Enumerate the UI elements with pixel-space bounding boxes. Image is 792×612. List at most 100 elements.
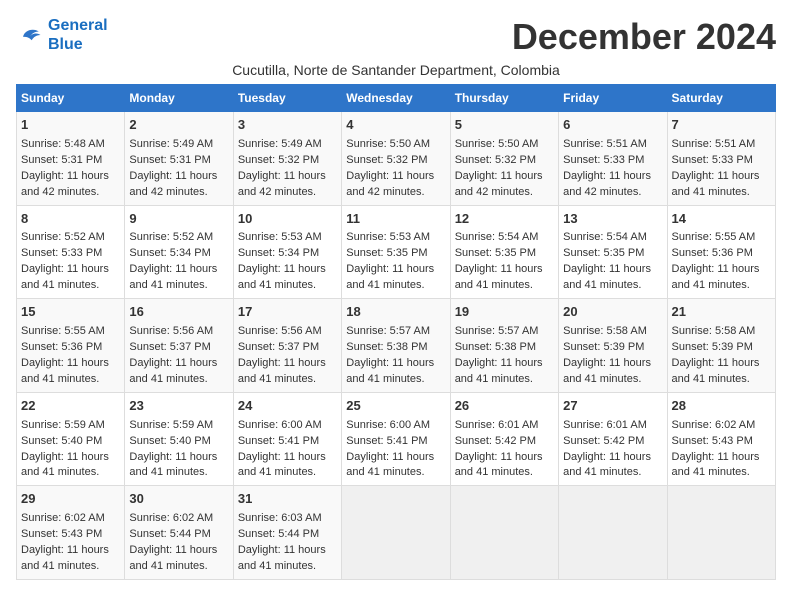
weekday-header: Thursday	[450, 85, 558, 112]
daylight-text: Daylight: 11 hours and 41 minutes.	[238, 544, 326, 572]
calendar-cell	[667, 486, 775, 580]
sunset-text: Sunset: 5:33 PM	[21, 247, 102, 259]
calendar-cell: 11Sunrise: 5:53 AMSunset: 5:35 PMDayligh…	[342, 205, 450, 299]
calendar-cell	[342, 486, 450, 580]
sunrise-text: Sunrise: 5:56 AM	[129, 325, 213, 337]
sunset-text: Sunset: 5:39 PM	[672, 341, 753, 353]
sunrise-text: Sunrise: 5:59 AM	[129, 419, 213, 431]
day-number: 28	[672, 397, 771, 416]
logo-text: General Blue	[48, 16, 108, 54]
day-number: 30	[129, 490, 228, 509]
day-number: 20	[563, 303, 662, 322]
day-number: 19	[455, 303, 554, 322]
sunset-text: Sunset: 5:31 PM	[21, 154, 102, 166]
sunrise-text: Sunrise: 5:49 AM	[129, 138, 213, 150]
sunrise-text: Sunrise: 6:03 AM	[238, 512, 322, 524]
day-number: 6	[563, 116, 662, 135]
daylight-text: Daylight: 11 hours and 41 minutes.	[672, 170, 760, 198]
sunrise-text: Sunrise: 5:58 AM	[563, 325, 647, 337]
sunset-text: Sunset: 5:42 PM	[563, 435, 644, 447]
daylight-text: Daylight: 11 hours and 41 minutes.	[455, 451, 543, 479]
day-number: 25	[346, 397, 445, 416]
weekday-header: Friday	[559, 85, 667, 112]
calendar-cell: 15 Sunrise: 5:55 AM Sunset: 5:36 PM Dayligh…	[17, 299, 125, 393]
sunrise-text: Sunrise: 6:01 AM	[563, 419, 647, 431]
calendar-cell: 12Sunrise: 5:54 AMSunset: 5:35 PMDayligh…	[450, 205, 558, 299]
daylight-text: Daylight: 11 hours and 41 minutes.	[672, 263, 760, 291]
sunrise-text: Sunrise: 6:01 AM	[455, 419, 539, 431]
calendar-cell: 30Sunrise: 6:02 AMSunset: 5:44 PMDayligh…	[125, 486, 233, 580]
daylight-text: Daylight: 11 hours and 41 minutes.	[346, 263, 434, 291]
calendar-cell: 21Sunrise: 5:58 AMSunset: 5:39 PMDayligh…	[667, 299, 775, 393]
day-number: 8	[21, 210, 120, 229]
day-number: 23	[129, 397, 228, 416]
day-number: 31	[238, 490, 337, 509]
daylight-text: Daylight: 11 hours and 41 minutes.	[129, 263, 217, 291]
day-number: 9	[129, 210, 228, 229]
calendar-cell: 8Sunrise: 5:52 AMSunset: 5:33 PMDaylight…	[17, 205, 125, 299]
logo-icon	[16, 21, 44, 49]
daylight-text: Daylight: 11 hours and 41 minutes.	[21, 357, 109, 385]
sunrise-text: Sunrise: 5:52 AM	[21, 231, 105, 243]
sunset-text: Sunset: 5:37 PM	[129, 341, 210, 353]
sunset-text: Sunset: 5:37 PM	[238, 341, 319, 353]
calendar-cell: 20Sunrise: 5:58 AMSunset: 5:39 PMDayligh…	[559, 299, 667, 393]
sunset-text: Sunset: 5:39 PM	[563, 341, 644, 353]
calendar-cell: 17Sunrise: 5:56 AMSunset: 5:37 PMDayligh…	[233, 299, 341, 393]
sunset-text: Sunset: 5:36 PM	[21, 341, 102, 353]
day-number: 7	[672, 116, 771, 135]
calendar-week-row: 1Sunrise: 5:48 AMSunset: 5:31 PMDaylight…	[17, 112, 776, 206]
sunrise-text: Sunrise: 5:54 AM	[563, 231, 647, 243]
sunrise-text: Sunrise: 5:50 AM	[346, 138, 430, 150]
daylight-text: Daylight: 11 hours and 41 minutes.	[129, 357, 217, 385]
sunset-text: Sunset: 5:38 PM	[455, 341, 536, 353]
daylight-text: Daylight: 11 hours and 42 minutes.	[21, 170, 109, 198]
day-number: 21	[672, 303, 771, 322]
sunset-text: Sunset: 5:33 PM	[563, 154, 644, 166]
day-number: 29	[21, 490, 120, 509]
sunset-text: Sunset: 5:35 PM	[563, 247, 644, 259]
calendar-cell: 16Sunrise: 5:56 AMSunset: 5:37 PMDayligh…	[125, 299, 233, 393]
daylight-text: Daylight: 11 hours and 42 minutes.	[238, 170, 326, 198]
calendar-cell: 10Sunrise: 5:53 AMSunset: 5:34 PMDayligh…	[233, 205, 341, 299]
daylight-text: Daylight: 11 hours and 41 minutes.	[563, 451, 651, 479]
day-number: 15	[21, 303, 120, 322]
day-number: 13	[563, 210, 662, 229]
sunset-text: Sunset: 5:32 PM	[238, 154, 319, 166]
day-number: 12	[455, 210, 554, 229]
daylight-text: Daylight: 11 hours and 41 minutes.	[455, 263, 543, 291]
day-number: 2	[129, 116, 228, 135]
weekday-header: Tuesday	[233, 85, 341, 112]
daylight-text: Daylight: 11 hours and 41 minutes.	[238, 263, 326, 291]
calendar-cell: 29Sunrise: 6:02 AMSunset: 5:43 PMDayligh…	[17, 486, 125, 580]
calendar-cell: 25Sunrise: 6:00 AMSunset: 5:41 PMDayligh…	[342, 392, 450, 486]
daylight-text: Daylight: 11 hours and 41 minutes.	[238, 357, 326, 385]
sunrise-text: Sunrise: 6:02 AM	[21, 512, 105, 524]
calendar-cell: 3Sunrise: 5:49 AMSunset: 5:32 PMDaylight…	[233, 112, 341, 206]
calendar-body: 1Sunrise: 5:48 AMSunset: 5:31 PMDaylight…	[17, 112, 776, 580]
daylight-text: Daylight: 11 hours and 42 minutes.	[455, 170, 543, 198]
sunrise-text: Sunrise: 5:57 AM	[346, 325, 430, 337]
day-number: 11	[346, 210, 445, 229]
daylight-text: Daylight: 11 hours and 41 minutes.	[129, 451, 217, 479]
sunrise-text: Sunrise: 5:59 AM	[21, 419, 105, 431]
logo-line2: Blue	[48, 36, 83, 53]
sunset-text: Sunset: 5:36 PM	[672, 247, 753, 259]
sunrise-text: Sunrise: 6:02 AM	[672, 419, 756, 431]
daylight-text: Daylight: 11 hours and 42 minutes.	[563, 170, 651, 198]
daylight-text: Daylight: 11 hours and 41 minutes.	[672, 451, 760, 479]
calendar-cell: 27Sunrise: 6:01 AMSunset: 5:42 PMDayligh…	[559, 392, 667, 486]
calendar-cell: 5Sunrise: 5:50 AMSunset: 5:32 PMDaylight…	[450, 112, 558, 206]
sunrise-text: Sunrise: 5:55 AM	[21, 325, 105, 337]
calendar-cell: 9Sunrise: 5:52 AMSunset: 5:34 PMDaylight…	[125, 205, 233, 299]
calendar-cell: 18Sunrise: 5:57 AMSunset: 5:38 PMDayligh…	[342, 299, 450, 393]
day-number: 5	[455, 116, 554, 135]
sunrise-text: Sunrise: 5:56 AM	[238, 325, 322, 337]
daylight-text: Daylight: 11 hours and 41 minutes.	[21, 451, 109, 479]
month-title: December 2024	[512, 16, 776, 58]
calendar-cell: 2Sunrise: 5:49 AMSunset: 5:31 PMDaylight…	[125, 112, 233, 206]
day-number: 24	[238, 397, 337, 416]
calendar-cell: 4Sunrise: 5:50 AMSunset: 5:32 PMDaylight…	[342, 112, 450, 206]
calendar-cell: 6Sunrise: 5:51 AMSunset: 5:33 PMDaylight…	[559, 112, 667, 206]
sunrise-text: Sunrise: 5:57 AM	[455, 325, 539, 337]
